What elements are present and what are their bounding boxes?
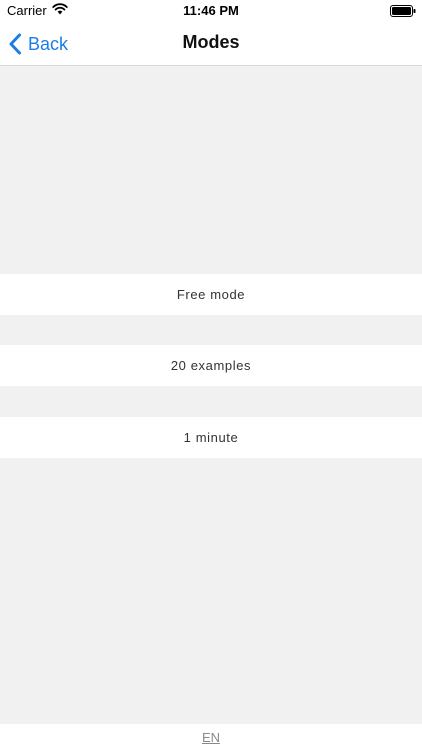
app-screen: Carrier 11:46 PM Back Modes Free mode 20… [0, 0, 422, 750]
mode-20-examples-button[interactable]: 20 examples [0, 345, 422, 386]
mode-1-minute-button[interactable]: 1 minute [0, 417, 422, 458]
mode-label: 20 examples [170, 358, 252, 373]
mode-label: Free mode [176, 287, 246, 302]
page-title: Modes [182, 32, 240, 52]
status-time: 11:46 PM [183, 3, 239, 18]
battery-icon [390, 5, 416, 17]
mode-label: 1 minute [183, 430, 239, 445]
navigation-bar: Back Modes [0, 22, 422, 66]
language-selector[interactable]: EN [202, 730, 220, 745]
mode-free-button[interactable]: Free mode [0, 274, 422, 315]
footer: EN [0, 724, 422, 750]
status-bar: Carrier 11:46 PM [0, 0, 422, 22]
modes-list: Free mode 20 examples 1 minute [0, 66, 422, 724]
